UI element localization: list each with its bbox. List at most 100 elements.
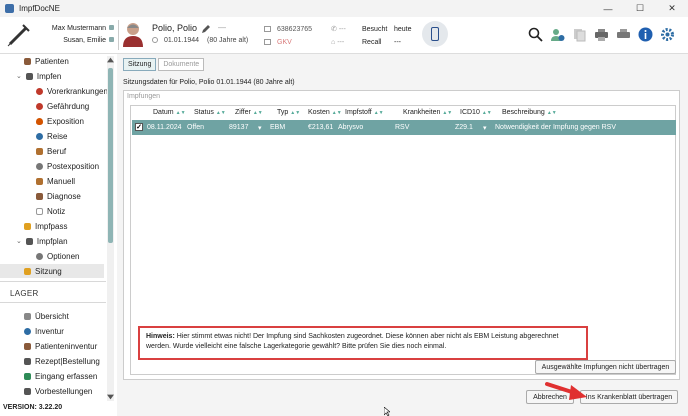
scroll-up-icon[interactable] xyxy=(107,57,114,63)
sidebar-item-patienten[interactable]: Patienten xyxy=(24,54,69,68)
sort-icon[interactable]: ▲▼ xyxy=(176,110,186,116)
column-header-typ[interactable]: Typ ▲▼ xyxy=(277,109,300,116)
pencil-icon[interactable] xyxy=(201,24,211,34)
sort-icon[interactable]: ▲▼ xyxy=(482,110,492,116)
vaccinations-panel: Impfungen Datum ▲▼ Status ▲▼ Ziffer ▲▼ Typ ▲… xyxy=(123,90,680,380)
sidebar-item-inventur[interactable]: Inventur xyxy=(24,324,64,338)
sidebar-item-manuell[interactable]: Manuell xyxy=(36,174,75,188)
scroll-down-icon[interactable] xyxy=(107,394,114,400)
virus-icon xyxy=(36,87,43,95)
cart-icon xyxy=(24,357,31,365)
sidebar-item-exposition[interactable]: Exposition xyxy=(36,114,84,128)
user-list: Max Mustermann Susan, Emilie xyxy=(42,23,114,47)
column-header-krankheiten[interactable]: Krankheiten ▲▼ xyxy=(403,109,452,116)
not-transfer-button[interactable]: Ausgewählte Impfungen nicht übertragen xyxy=(535,360,676,374)
sidebar-item-impfen[interactable]: ⌄ Impfen xyxy=(16,69,61,83)
sidebar-item-rezept-bestellung[interactable]: Rezept|Bestellung xyxy=(24,354,100,368)
cell-kosten: €213,61 xyxy=(308,124,334,131)
user-name: Max Mustermann xyxy=(51,25,106,32)
cell-krankheiten: RSV xyxy=(395,124,410,131)
sidebar-item-diagnose[interactable]: Diagnose xyxy=(36,189,81,203)
scrollbar-thumb[interactable] xyxy=(108,68,113,243)
search-icon[interactable] xyxy=(528,27,543,42)
sort-icon[interactable]: ▲▼ xyxy=(253,110,263,116)
divider xyxy=(0,281,106,282)
globe-icon xyxy=(36,132,43,140)
sidebar-item-patienteninventur[interactable]: Patienteninventur xyxy=(24,339,97,353)
icd10-dropdown-icon[interactable]: ▾ xyxy=(483,124,487,132)
sidebar-item-impfpass[interactable]: Impfpass xyxy=(24,219,67,233)
mouse-cursor-icon xyxy=(384,407,390,416)
sidebar-item-eingang-erfassen[interactable]: Eingang erfassen xyxy=(24,369,97,383)
tab-sitzung[interactable]: Sitzung xyxy=(123,58,157,71)
sidebar-item-vorerkrankungen[interactable]: Vorerkrankungen xyxy=(36,84,108,98)
close-button[interactable]: ✕ xyxy=(656,0,688,17)
chevron-down-icon[interactable]: ⌄ xyxy=(16,72,22,80)
cell-datum: 08.11.2024 xyxy=(147,124,182,131)
ziffer-dropdown-icon[interactable]: ▾ xyxy=(258,124,262,132)
minus-icon: — xyxy=(218,23,226,32)
sidebar-item-gefaehrdung[interactable]: Gefährdung xyxy=(36,99,89,113)
sort-icon[interactable]: ▲▼ xyxy=(547,110,557,116)
printer-icon[interactable] xyxy=(594,27,609,42)
sidebar-item-sitzung[interactable]: Sitzung xyxy=(0,264,104,278)
table-row[interactable]: ✓ 08.11.2024 Offen 89137 ▾ EBM €213,61 A… xyxy=(132,120,676,135)
sort-icon[interactable]: ▲▼ xyxy=(374,110,384,116)
column-header-status[interactable]: Status ▲▼ xyxy=(194,109,226,116)
column-header-kosten[interactable]: Kosten ▲▼ xyxy=(308,109,342,116)
syringe-icon xyxy=(25,237,33,245)
recall-value: --- xyxy=(394,39,401,46)
gear-icon[interactable] xyxy=(660,27,675,42)
cart-icon xyxy=(24,387,31,395)
sidebar-item-uebersicht[interactable]: Übersicht xyxy=(24,309,69,323)
gear-icon xyxy=(36,162,43,170)
sidebar-item-impfplan[interactable]: ⌄ Impfplan xyxy=(16,234,68,248)
chevron-down-icon[interactable]: ⌄ xyxy=(16,237,22,245)
sidebar-scrollbar[interactable] xyxy=(107,56,114,401)
user-name: Susan, Emilie xyxy=(63,37,106,44)
info-icon[interactable] xyxy=(638,27,653,42)
header: Max Mustermann Susan, Emilie Polio, Poli… xyxy=(0,17,688,54)
print-list-icon[interactable] xyxy=(616,27,631,42)
sort-icon[interactable]: ▲▼ xyxy=(216,110,226,116)
virus-icon xyxy=(36,102,43,110)
lock-icon xyxy=(109,25,114,30)
gear-icon xyxy=(36,252,43,260)
session-icon xyxy=(24,267,31,275)
tab-dokumente[interactable]: Dokumente xyxy=(158,58,205,71)
mobile-phone-icon xyxy=(431,27,439,41)
sort-icon[interactable]: ▲▼ xyxy=(332,110,342,116)
sidebar-item-beruf[interactable]: Beruf xyxy=(36,144,66,158)
mobile-phone-button[interactable] xyxy=(422,21,448,47)
patient-name: Polio, Polio xyxy=(152,23,198,33)
overview-icon xyxy=(24,312,31,320)
divider xyxy=(118,20,119,50)
cell-ziffer[interactable]: 89137 xyxy=(229,124,248,131)
row-checkbox[interactable]: ✓ xyxy=(135,123,143,131)
insurance-info: 638623765 GKV xyxy=(264,23,312,49)
sidebar-item-vorbestellungen[interactable]: Vorbestellungen xyxy=(24,384,92,398)
column-header-ziffer[interactable]: Ziffer ▲▼ xyxy=(235,109,263,116)
maximize-button[interactable]: ☐ xyxy=(624,0,656,17)
column-header-datum[interactable]: Datum ▲▼ xyxy=(153,109,186,116)
version-label: VERSION: 3.22.20 xyxy=(3,404,63,411)
sort-icon[interactable]: ▲▼ xyxy=(442,110,452,116)
minimize-button[interactable]: — xyxy=(592,0,624,17)
sidebar-item-reise[interactable]: Reise xyxy=(36,129,67,143)
column-header-impfstoff[interactable]: Impfstoff ▲▼ xyxy=(345,109,384,116)
add-user-icon[interactable] xyxy=(550,27,565,42)
cell-icd10[interactable]: Z29.1 xyxy=(455,124,473,131)
syringe-icon xyxy=(25,72,33,80)
sort-icon[interactable]: ▲▼ xyxy=(290,110,300,116)
column-header-beschreibung[interactable]: Beschreibung ▲▼ xyxy=(502,109,557,116)
transfer-button[interactable]: Ins Krankenblatt übertragen xyxy=(580,390,678,404)
flame-icon xyxy=(36,117,43,125)
sidebar-item-postexposition[interactable]: Postexposition xyxy=(36,159,99,173)
sidebar-item-optionen[interactable]: Optionen xyxy=(36,249,79,263)
book-icon xyxy=(24,222,31,230)
globe-icon xyxy=(24,327,31,335)
column-header-icd10[interactable]: ICD10 ▲▼ xyxy=(460,109,492,116)
patients-icon xyxy=(24,342,31,350)
sidebar-item-notiz[interactable]: Notiz xyxy=(36,204,65,218)
copy-icon[interactable] xyxy=(572,27,587,42)
